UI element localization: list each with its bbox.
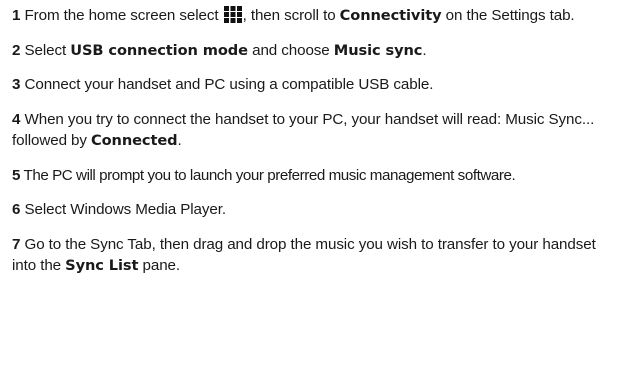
setting-name: Connectivity bbox=[339, 7, 442, 24]
step-1: 1 From the home screen select , then scr… bbox=[12, 5, 609, 27]
step-3: 3 Connect your handset and PC using a co… bbox=[12, 74, 609, 96]
step-number: 6 bbox=[12, 201, 21, 218]
step-text: The PC will prompt you to launch your pr… bbox=[23, 166, 516, 184]
apps-grid-icon bbox=[223, 6, 242, 23]
step-number: 7 bbox=[12, 235, 21, 253]
option-name: Music sync bbox=[333, 41, 423, 59]
step-text: Select bbox=[24, 41, 67, 59]
status-name: Connected bbox=[91, 132, 178, 149]
setting-name: USB connection mode bbox=[70, 41, 248, 59]
instructions-document: 1 From the home screen select , then scr… bbox=[0, 0, 617, 382]
step-text: pane. bbox=[142, 257, 181, 274]
step-4: 4 When you try to connect the handset to… bbox=[12, 109, 609, 152]
step-text: Select Windows Media Player. bbox=[24, 201, 226, 218]
step-number: 1 bbox=[12, 7, 21, 24]
pane-name: Sync List bbox=[65, 257, 139, 274]
step-number: 3 bbox=[12, 76, 21, 93]
step-text: , then scroll to bbox=[242, 7, 336, 24]
step-number: 2 bbox=[12, 41, 21, 59]
step-text: . bbox=[422, 41, 427, 59]
step-2: 2 Select USB connection mode and choose … bbox=[12, 40, 609, 62]
step-number: 5 bbox=[12, 166, 20, 184]
step-5: 5 The PC will prompt you to launch your … bbox=[12, 165, 609, 187]
step-text: From the home screen select bbox=[24, 7, 219, 24]
step-text: . bbox=[177, 132, 182, 149]
step-6: 6 Select Windows Media Player. bbox=[12, 199, 609, 221]
step-number: 4 bbox=[12, 110, 21, 128]
step-text: Connect your handset and PC using a comp… bbox=[24, 76, 434, 93]
step-7: 7 Go to the Sync Tab, then drag and drop… bbox=[12, 234, 609, 277]
step-text: on the Settings tab. bbox=[445, 7, 575, 24]
step-text: and choose bbox=[252, 41, 330, 59]
